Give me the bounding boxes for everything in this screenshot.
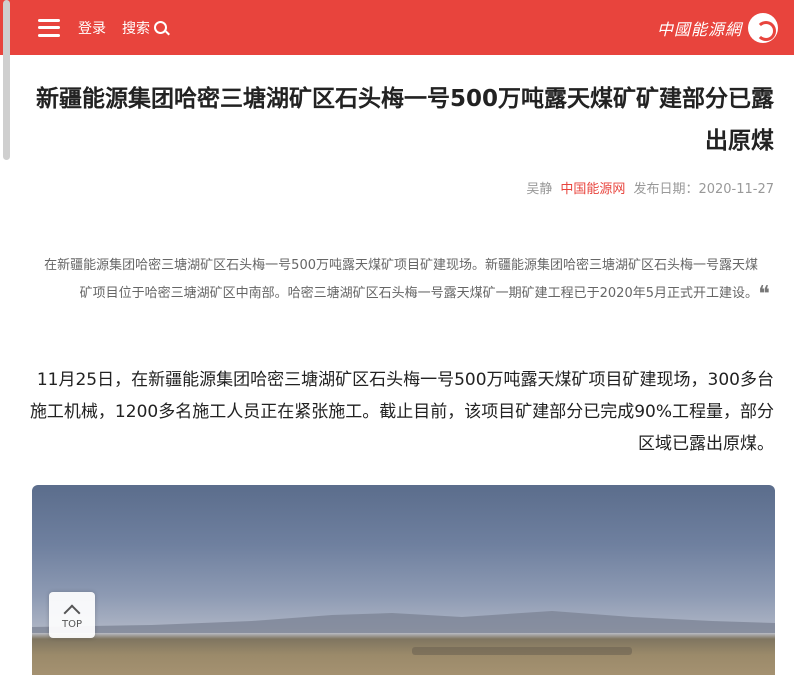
search-icon <box>154 21 167 34</box>
menu-line <box>38 18 60 22</box>
article-paragraph: 11月25日，在新疆能源集团哈密三塘湖矿区石头梅一号500万吨露天煤矿项目矿建现… <box>29 370 774 454</box>
page: 登录 搜索 中國能源網 新疆能源集团哈密三塘湖矿区石头梅一号500万吨露天煤矿矿… <box>0 0 794 675</box>
search-button[interactable]: 搜索 <box>122 18 167 38</box>
logo-mark-icon <box>748 13 778 43</box>
article-title: 新疆能源集团哈密三塘湖矿区石头梅一号500万吨露天煤矿矿建部分已露出原煤 <box>35 86 774 154</box>
site-logo[interactable]: 中國能源網 <box>657 12 778 44</box>
quote-icon: ❝ <box>758 282 770 307</box>
photo-machinery <box>412 647 632 655</box>
publish-date: 发布日期：2020-11-27 <box>633 182 774 197</box>
scrollbar-thumb[interactable] <box>3 0 10 160</box>
search-label: 搜索 <box>122 20 150 37</box>
logo-text: 中國能源網 <box>656 20 742 39</box>
article-meta: 发布日期：2020-11-27 中国能源网 吴静 <box>526 178 774 197</box>
scrollbar[interactable] <box>0 0 12 675</box>
back-to-top-button[interactable]: TOP <box>49 592 95 638</box>
menu-line <box>38 26 60 29</box>
hamburger-menu-icon[interactable] <box>38 18 60 37</box>
article-source[interactable]: 中国能源网 <box>560 178 625 197</box>
menu-line <box>38 33 60 37</box>
article-summary: ❝ 在新疆能源集团哈密三塘湖矿区石头梅一号500万吨露天煤矿项目矿建现场。新疆能… <box>38 252 774 308</box>
top-header: 登录 搜索 中國能源網 <box>0 0 794 55</box>
photo-mountains <box>32 611 775 633</box>
login-link[interactable]: 登录 <box>78 18 106 38</box>
summary-text: 在新疆能源集团哈密三塘湖矿区石头梅一号500万吨露天煤矿项目矿建现场。新疆能源集… <box>44 258 758 301</box>
article-author: 吴静 <box>526 182 553 197</box>
article-photo[interactable] <box>32 485 775 675</box>
header-actions: 登录 搜索 <box>38 0 167 55</box>
